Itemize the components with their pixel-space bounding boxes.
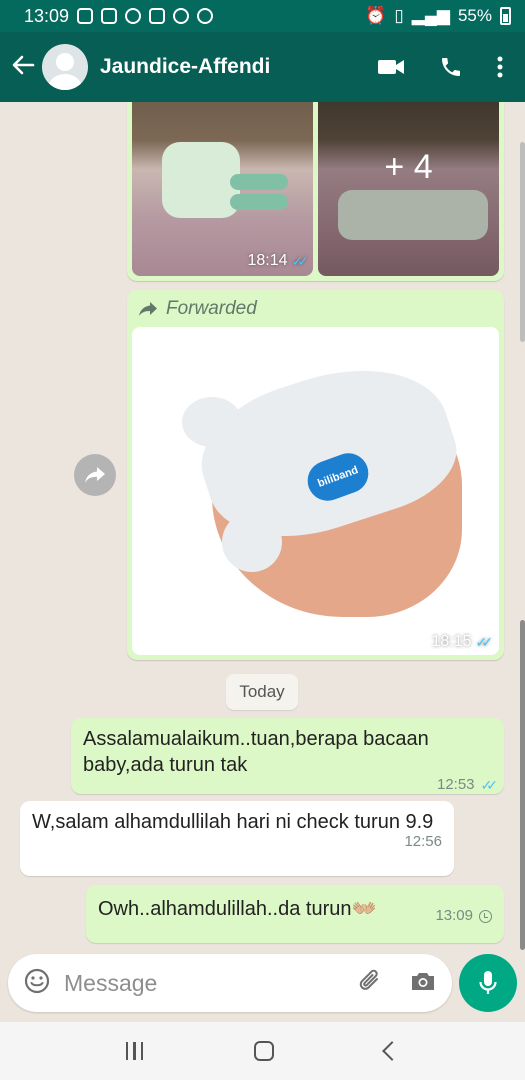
video-call-button[interactable] <box>377 57 405 77</box>
forward-arrow-icon <box>139 302 157 316</box>
contact-avatar[interactable] <box>42 44 88 90</box>
back-button[interactable] <box>4 50 42 84</box>
message-time: 12:53 <box>436 776 475 793</box>
voice-call-button[interactable] <box>439 55 463 79</box>
date-divider: Today <box>226 674 298 710</box>
message-meta: 12:56 <box>32 833 442 851</box>
signal-icon: ▂▄▆ <box>411 6 450 25</box>
emoji-button[interactable] <box>24 968 50 999</box>
photo-grid-message[interactable]: 18:14 ✓✓ + 4 <box>127 102 504 281</box>
more-vert-icon <box>497 56 503 78</box>
attach-button[interactable] <box>358 968 384 999</box>
menu-button[interactable] <box>497 56 503 78</box>
message-meta: 18:14 ✓✓ <box>247 252 310 270</box>
camera-button[interactable] <box>410 970 436 997</box>
app-notification-icon <box>101 8 118 24</box>
battery-level: 55% <box>457 6 492 25</box>
outgoing-message[interactable]: Owh..alhamdulillah..da turun👐🏼 13:09 <box>86 885 504 943</box>
forwarded-image-message[interactable]: Forwarded biliband 18:15 ✓✓ <box>127 290 504 660</box>
outgoing-message[interactable]: Assalamualaikum..tuan,berapa bacaan baby… <box>71 718 504 794</box>
forward-share-button[interactable] <box>74 454 116 496</box>
photo-thumbnail[interactable]: 18:14 ✓✓ <box>132 102 313 276</box>
double-tick-icon: ✓✓ <box>480 777 499 793</box>
instagram-notification-icon <box>149 8 166 24</box>
system-nav-bar <box>0 1022 525 1080</box>
scroll-track <box>520 142 525 342</box>
app-notification-icon <box>77 8 94 24</box>
alarm-icon: ⏰ <box>365 6 387 25</box>
photo-thumbnail-more[interactable]: + 4 <box>318 102 499 276</box>
forwarded-photo[interactable]: biliband 18:15 ✓✓ <box>132 327 499 655</box>
incoming-message[interactable]: W,salam alhamdullilah hari ni check turu… <box>20 801 454 876</box>
arrow-left-icon <box>12 55 35 75</box>
chat-notification-icon <box>197 8 214 24</box>
message-meta: 13:09 <box>435 907 492 925</box>
chat-header: Jaundice-Affendi <box>0 32 525 102</box>
status-time: 13:09 <box>24 5 70 26</box>
message-text: Owh..alhamdulillah..da turun👐🏼 <box>98 898 377 920</box>
message-time: 12:56 <box>404 833 442 850</box>
home-button[interactable] <box>254 1041 275 1061</box>
more-photos-count: + 4 <box>384 148 433 186</box>
chat-area[interactable]: 18:14 ✓✓ + 4 Forwarded biliband 18:15 ✓✓… <box>0 102 525 952</box>
phone-icon <box>442 58 460 76</box>
forwarded-label: Forwarded <box>132 295 499 327</box>
pending-clock-icon <box>479 909 492 923</box>
double-tick-icon: ✓✓ <box>475 633 494 650</box>
scrollbar[interactable] <box>520 620 525 950</box>
message-meta: 12:53 ✓✓ <box>83 776 499 794</box>
battery-icon <box>500 7 511 25</box>
message-time: 13:09 <box>435 907 473 924</box>
microphone-icon <box>479 971 497 994</box>
status-bar: 13:09 ⏰ ▯ ▂▄▆ 55% <box>0 0 525 32</box>
message-composer <box>8 954 452 1012</box>
messenger-notification-icon <box>125 8 142 24</box>
emoji-icon <box>24 968 50 993</box>
message-text: W,salam alhamdullilah hari ni check turu… <box>32 811 434 833</box>
double-tick-icon: ✓✓ <box>291 252 310 269</box>
contact-name[interactable]: Jaundice-Affendi <box>100 55 270 79</box>
forwarded-text: Forwarded <box>166 298 257 319</box>
video-camera-icon <box>378 60 404 74</box>
message-text: Assalamualaikum..tuan,berapa bacaan baby… <box>83 728 429 776</box>
vibrate-icon: ▯ <box>394 6 404 25</box>
messenger-notification-icon <box>173 8 190 24</box>
paperclip-icon <box>359 969 378 990</box>
message-meta: 18:15 ✓✓ <box>431 633 494 651</box>
voice-record-button[interactable] <box>459 954 517 1012</box>
camera-icon <box>412 972 434 990</box>
share-arrow-icon <box>85 467 105 483</box>
message-time: 18:14 <box>247 252 288 269</box>
system-back-button[interactable] <box>382 1041 403 1061</box>
message-time: 18:15 <box>431 633 472 650</box>
recent-apps-button[interactable] <box>125 1042 144 1060</box>
message-input[interactable] <box>64 969 358 997</box>
